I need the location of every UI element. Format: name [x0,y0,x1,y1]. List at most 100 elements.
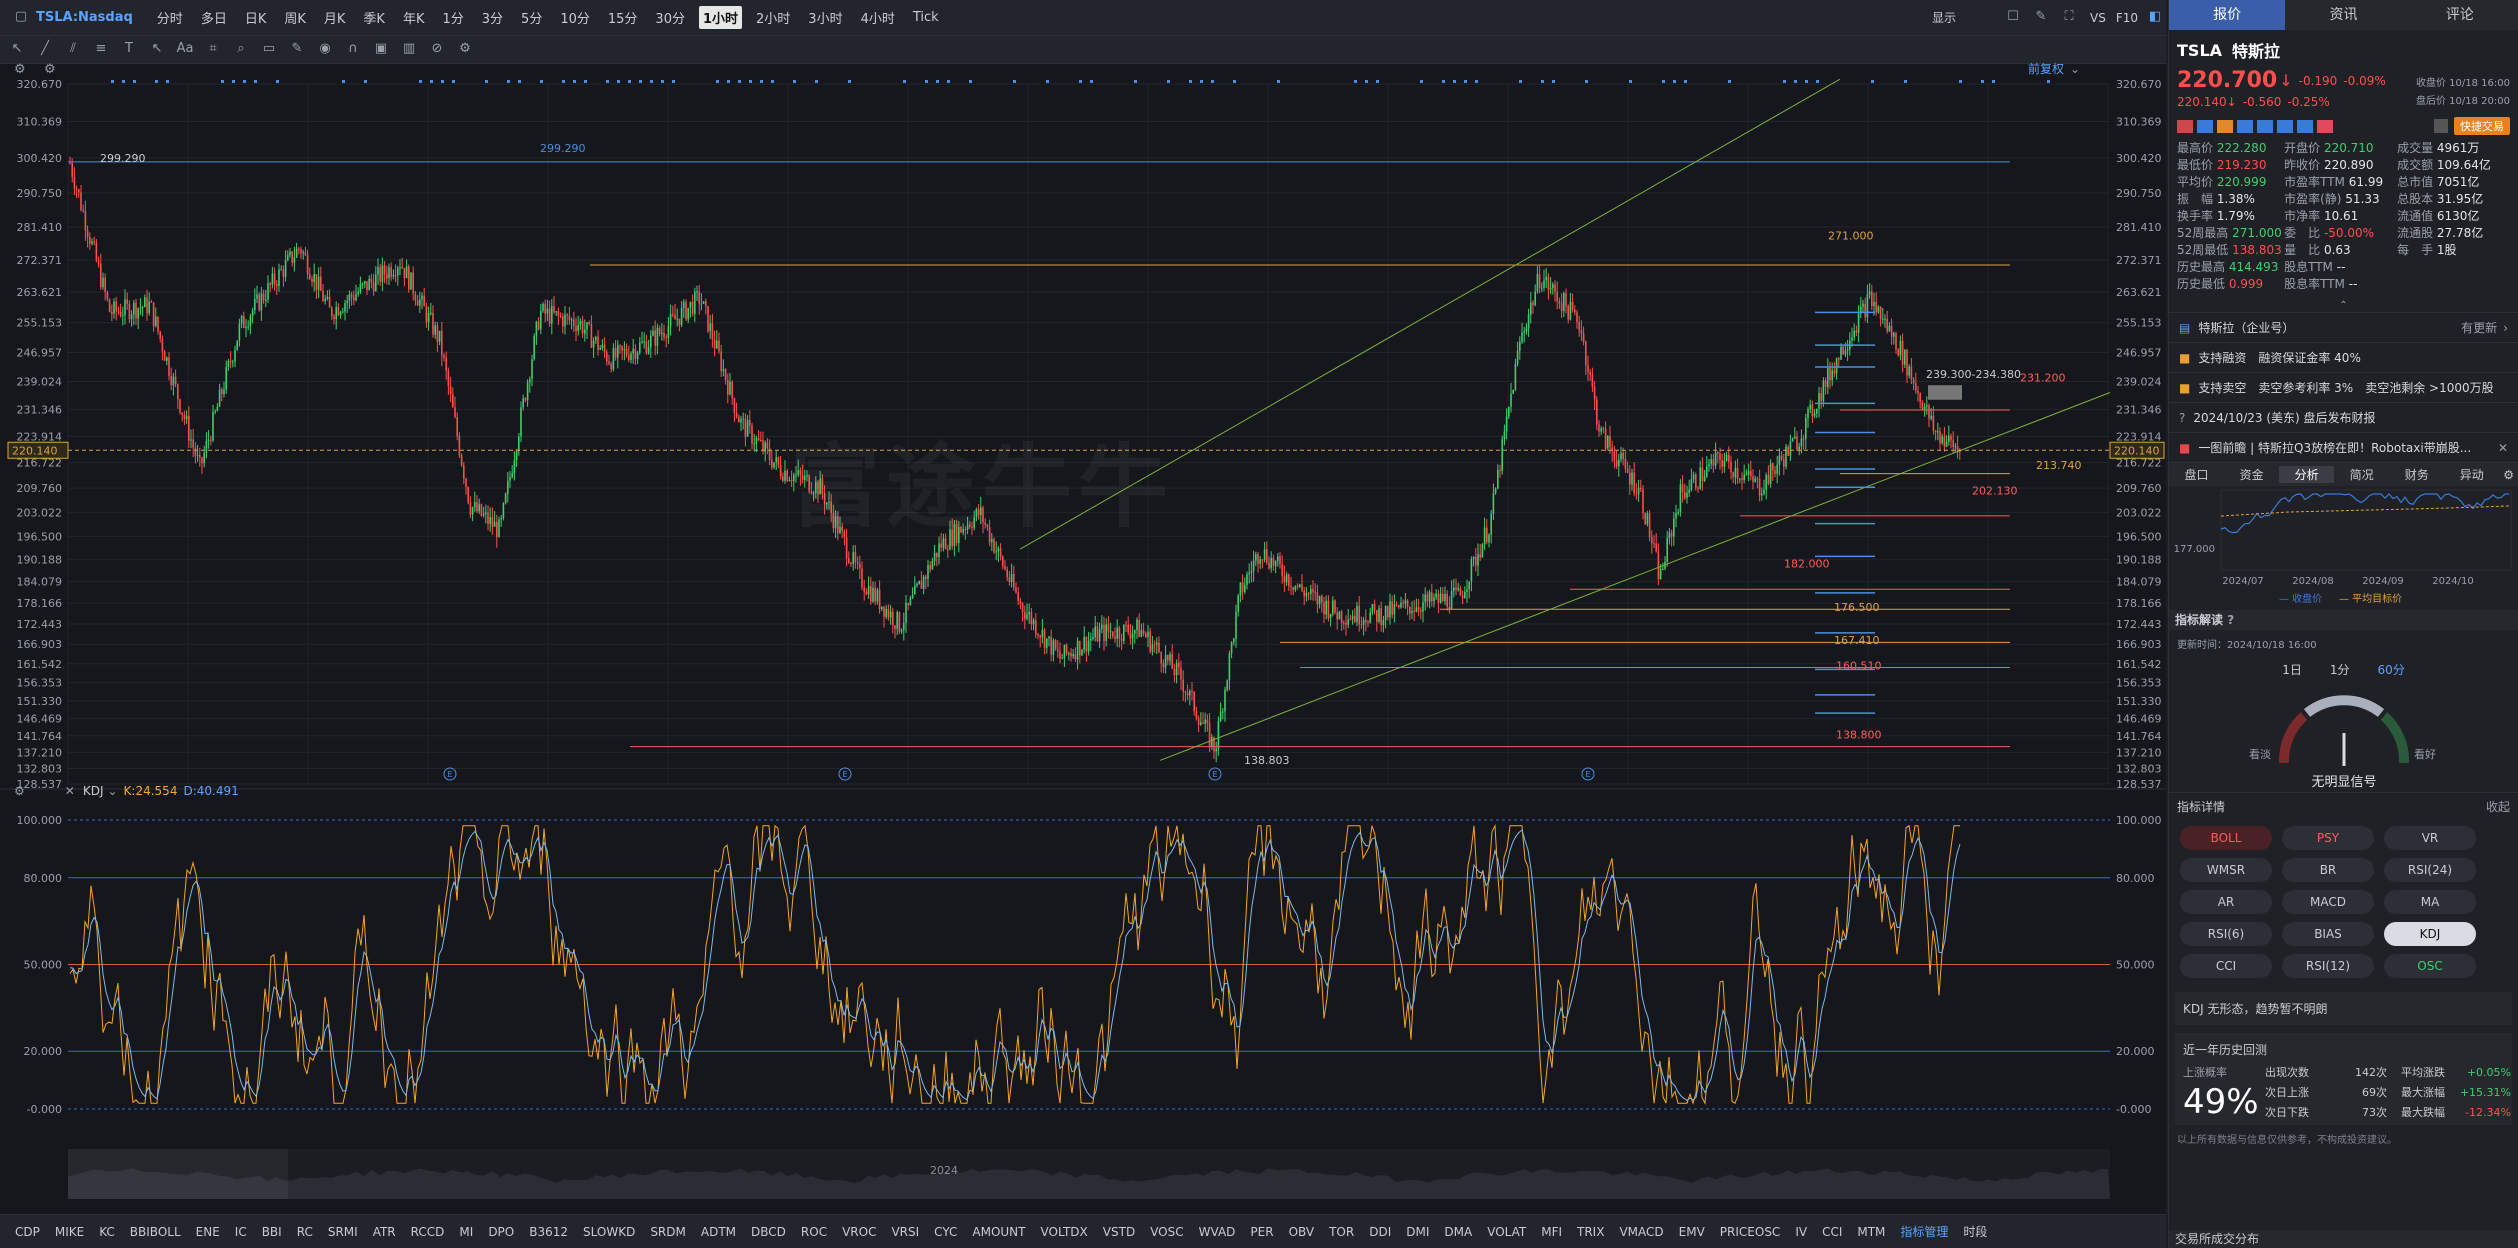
brush-icon[interactable]: ✎ [286,41,308,59]
indicator-chip[interactable]: WMSR [2180,858,2272,882]
layout-icon[interactable]: ▢ [10,9,32,27]
timeframe-tab[interactable]: 1分 [438,6,467,29]
indicator-tab[interactable]: VSTD [1103,1225,1135,1239]
indicator-tab[interactable]: 时段 [1963,1223,1987,1240]
indicator-chip[interactable]: OSC [2384,954,2476,978]
indicator-chip[interactable]: BR [2282,858,2374,882]
timeframe-tab[interactable]: 3小时 [804,6,846,29]
indicator-tab[interactable]: ROC [801,1225,827,1239]
indicator-tab[interactable]: DDI [1369,1225,1391,1239]
comment-icon[interactable]: ▭ [258,41,280,59]
indicator-chip[interactable]: MACD [2282,890,2374,914]
checkbox-icon[interactable]: ☐ [2002,9,2024,27]
timeframe-tab[interactable]: 3分 [478,6,507,29]
indicator-tab[interactable]: CCI [1822,1225,1842,1239]
indicator-tab[interactable]: VOLTDX [1041,1225,1088,1239]
gear-icon[interactable]: ⚙ [14,784,25,798]
tab-news[interactable]: 资讯 [2285,0,2401,30]
hline-tool-icon[interactable]: T [118,41,140,59]
timeframe-tab[interactable]: 5分 [517,6,546,29]
indicator-tab[interactable]: BBIBOLL [130,1225,181,1239]
navigator-window[interactable] [68,1149,288,1199]
indicator-chip[interactable]: RSI(12) [2282,954,2374,978]
collapse-button[interactable]: 收起 [2486,798,2510,815]
indicator-tab[interactable]: ENE [196,1225,220,1239]
indicator-tab[interactable]: MIKE [55,1225,84,1239]
exchange-distribution[interactable]: 交易所成交分布 [2169,1230,2518,1248]
earnings-row[interactable]: ? 2024/10/23 (美东) 盘后发布财报 [2169,402,2518,432]
subtab[interactable]: 分析 [2279,466,2335,483]
indicator-tab[interactable]: WVAD [1199,1225,1236,1239]
subtab[interactable]: 异动 [2444,466,2499,483]
text-tool-icon[interactable]: Aa [174,41,196,59]
indicator-tab[interactable]: ATR [373,1225,396,1239]
indicator-chip[interactable]: VR [2384,826,2476,850]
f10-button[interactable]: F10 [2116,11,2138,25]
kdj-label[interactable]: KDJ [83,784,104,798]
fullscreen-icon[interactable]: ⛶ [2058,9,2080,27]
gear-icon[interactable]: ⚙ [14,62,26,77]
subtab[interactable]: 盘口 [2169,466,2224,483]
indicator-tab[interactable]: KC [99,1225,115,1239]
trash-icon[interactable]: ▥ [398,41,420,59]
timeframe-tab[interactable]: 日K [241,6,271,29]
lock-icon[interactable] [2434,119,2448,133]
timeframe-tab[interactable]: 10分 [556,6,594,29]
indicator-chip[interactable]: CCI [2180,954,2272,978]
indicator-tab[interactable]: IV [1795,1225,1807,1239]
timeframe-tab[interactable]: 月K [320,6,350,29]
panel-toggle-icon[interactable]: ◧ [2144,9,2166,27]
indicator-chip[interactable]: RSI(24) [2384,858,2476,882]
expand-icon[interactable]: ⌃ [2169,300,2518,312]
indicator-tab[interactable]: 指标管理 [1900,1223,1948,1240]
indicator-tab[interactable]: BBI [262,1225,282,1239]
indicator-tab[interactable]: TRIX [1577,1225,1604,1239]
tab-quote[interactable]: 报价 [2169,0,2286,30]
indicator-tab[interactable]: SRMI [328,1225,358,1239]
indicator-tab[interactable]: SRDM [650,1225,686,1239]
subtab[interactable]: 财务 [2389,466,2444,483]
indicator-tab[interactable]: ADTM [701,1225,736,1239]
subtab[interactable]: 资金 [2224,466,2279,483]
measure-icon[interactable]: ⌗ [202,41,224,59]
news-row[interactable]: ■ 一图前瞻 | 特斯拉Q3放榜在即！Robotaxi带崩股... ✕ [2169,432,2518,462]
indicator-chip[interactable]: PSY [2282,826,2374,850]
indicator-tab[interactable]: SLOWKD [583,1225,635,1239]
chart-area[interactable]: 320.670 320.670 310.369 310.369 300.420 300.4… [0,62,2166,1214]
lock-icon[interactable]: ▣ [370,41,392,59]
timeframe-tab[interactable]: 2小时 [752,6,794,29]
indicator-tab[interactable]: DPO [488,1225,514,1239]
close-icon[interactable]: ✕ [2498,441,2508,455]
adjust-menu[interactable]: 前复权 ⌄ [2028,60,2080,77]
period-tab[interactable]: 1日 [2282,661,2302,678]
settings-icon[interactable]: ⚙ [454,41,476,59]
indicator-tab[interactable]: EMV [1679,1225,1705,1239]
indicator-tab[interactable]: VMACD [1619,1225,1663,1239]
indicator-tab[interactable]: VROC [842,1225,876,1239]
indicator-tab[interactable]: IC [235,1225,247,1239]
timeframe-tab[interactable]: Tick [909,8,943,27]
timeframe-tab[interactable]: 1小时 [698,6,743,29]
symbol-label[interactable]: TSLA:Nasdaq [36,10,133,25]
timeframe-tab[interactable]: 季K [359,6,389,29]
indicator-tab[interactable]: CDP [15,1225,40,1239]
close-icon[interactable]: ✕ [65,784,75,798]
indicator-tab[interactable]: PRICEOSC [1720,1225,1781,1239]
tab-comments[interactable]: 评论 [2402,0,2518,30]
timeframe-tab[interactable]: 周K [280,6,310,29]
subtab[interactable]: 简况 [2334,466,2389,483]
period-tab[interactable]: 1分 [2330,661,2350,678]
indicator-tab[interactable]: CYC [934,1225,957,1239]
indicator-chip[interactable]: KDJ [2384,922,2476,946]
display-menu[interactable]: 显示 [1932,9,1956,26]
timeframe-tab[interactable]: 30分 [651,6,689,29]
indicator-tab[interactable]: DMI [1406,1225,1429,1239]
settings-icon[interactable]: ⚙ [2499,468,2518,482]
indicator-chip[interactable]: MA [2384,890,2476,914]
timeframe-tab[interactable]: 15分 [604,6,642,29]
indicator-tab[interactable]: OBV [1289,1225,1315,1239]
indicator-tab[interactable]: DBCD [751,1225,786,1239]
company-row[interactable]: ▤ 特斯拉（企业号） 有更新 › [2169,312,2518,342]
indicator-tab[interactable]: VRSI [891,1225,919,1239]
indicator-tab[interactable]: MFI [1541,1225,1562,1239]
